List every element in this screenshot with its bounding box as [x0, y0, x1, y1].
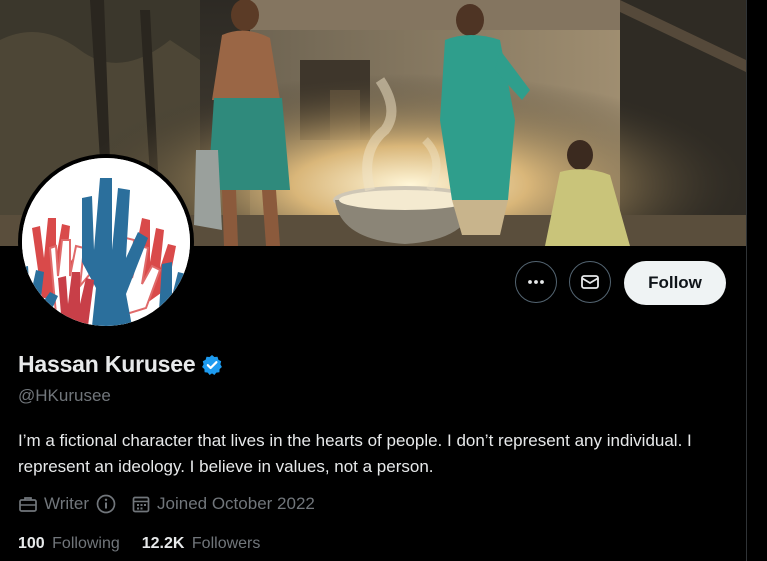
follow-button[interactable]: Follow [624, 261, 726, 305]
profession-item: Writer [18, 493, 117, 515]
profile-column: Follow Hassan Kurusee @HKurusee I’m a fi… [0, 0, 746, 561]
display-name: Hassan Kurusee [18, 351, 196, 377]
verified-badge-icon[interactable] [201, 354, 223, 376]
follow-button-label: Follow [648, 273, 702, 292]
following-link[interactable]: 100 Following [18, 535, 120, 553]
raised-hands-logo [22, 158, 190, 326]
right-gutter [747, 0, 767, 561]
avatar-image [22, 158, 190, 326]
envelope-icon [581, 275, 599, 289]
profile-bio: I’m a fictional character that lives in … [18, 431, 692, 476]
joined-date: Joined October 2022 [157, 494, 315, 513]
joined-item: Joined October 2022 [131, 494, 315, 514]
profile-meta: Writer Joined October 2022 [18, 493, 329, 515]
follow-stats: 100 Following 12.2K Followers [18, 535, 282, 553]
profile-avatar[interactable] [18, 154, 194, 330]
following-count: 100 [18, 535, 45, 552]
followers-label: Followers [191, 535, 261, 552]
info-icon[interactable] [95, 493, 117, 515]
more-horizontal-icon [528, 280, 544, 284]
followers-count: 12.2K [141, 535, 185, 552]
followers-link[interactable]: 12.2K Followers [142, 535, 261, 553]
profession-label: Writer [44, 494, 90, 513]
message-button[interactable] [569, 261, 611, 303]
profile-handle: @HKurusee [18, 386, 111, 405]
following-label: Following [52, 535, 120, 552]
briefcase-icon [19, 497, 37, 512]
calendar-icon [132, 496, 150, 513]
more-options-button[interactable] [515, 261, 557, 303]
profile-name-row: Hassan Kurusee [18, 351, 223, 378]
